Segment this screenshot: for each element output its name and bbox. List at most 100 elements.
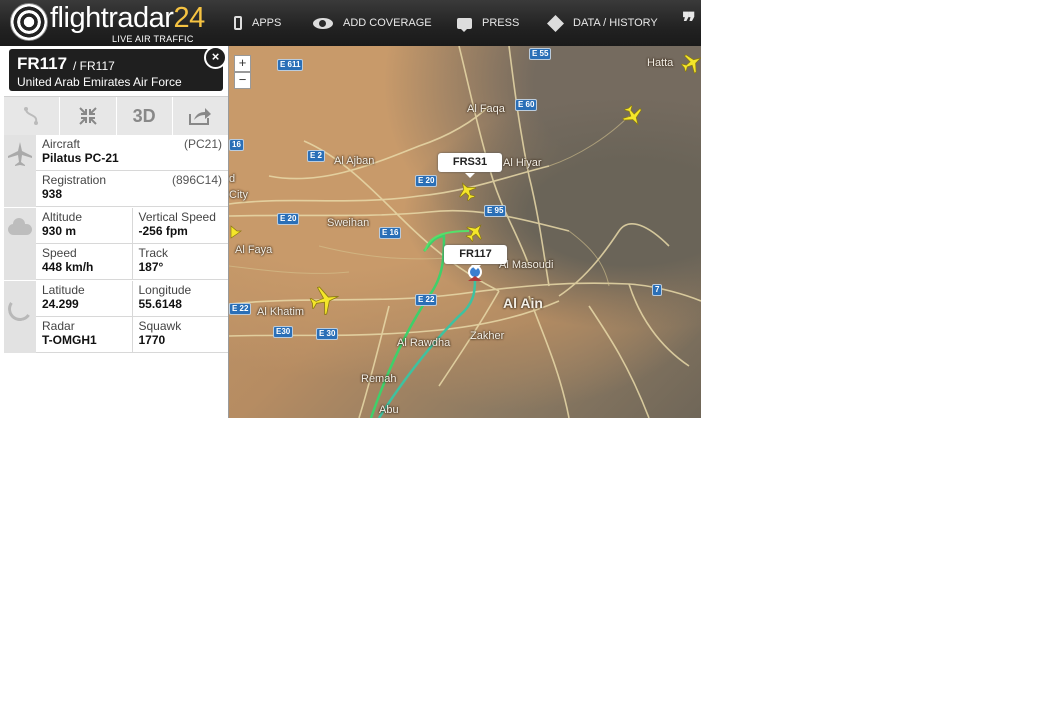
radar-value: T-OMGH1 [42,333,97,347]
speed-value: 448 km/h [42,260,94,274]
flight-callsign: FR117 [17,54,68,73]
position-section: Latitude 24.299 Longitude 55.6148 Radar … [4,281,228,354]
aircraft-cell: Aircraft Pilatus PC-21 (PC21) [36,135,228,170]
zoom-out-button[interactable]: − [234,72,251,89]
latitude-value: 24.299 [42,297,79,311]
logo-wordmark: flightradar24 [50,2,205,34]
place-label: Al Ain [503,295,543,311]
road-shield: E 611 [277,59,304,71]
place-label: Al Hiyar [503,157,542,169]
aircraft-section-side [4,135,36,207]
app-window: flightradar24 LIVE AIR TRAFFIC APPS ADD … [0,0,701,418]
aircraft-marker-icon[interactable] [622,105,644,127]
squawk-value: 1770 [138,333,166,347]
place-label: Al Ajban [334,155,375,167]
vertical-speed-cell: Vertical Speed -256 fpm [131,208,229,243]
vertical-speed-value: -256 fpm [138,224,188,238]
altitude-value: 930 m [42,224,77,238]
road-shield: E 60 [515,99,538,111]
map-view[interactable]: + − E 55 E 611 E 60 16 E 2 E 20 E 95 E 2… [229,46,701,418]
aircraft-marker-icon[interactable] [309,284,341,316]
place-label: Al Rawdha [397,337,451,349]
registration-value: 938 [42,187,63,201]
top-navigation-bar: flightradar24 LIVE AIR TRAFFIC APPS ADD … [0,0,701,48]
close-panel-button[interactable]: × [204,46,227,69]
aircraft-code: (PC21) [183,137,222,151]
aircraft-section: Aircraft Pilatus PC-21 (PC21) Registrati… [4,135,228,208]
place-label: Remah [361,373,397,385]
place-label: Al Faya [235,244,273,256]
place-label: City [229,189,248,201]
road-shield: 7 [652,284,663,296]
flight-data-section-side [4,208,36,280]
aircraft-marker-icon[interactable] [457,181,477,201]
box-icon [547,14,564,32]
road-shield: E 95 [484,205,507,217]
route-icon [23,107,38,125]
place-label: Al Khatim [257,306,305,318]
radar-label: Radar [42,319,75,333]
aircraft-marker-icon[interactable] [229,222,243,242]
share-button[interactable] [173,97,228,135]
quote-icon[interactable]: ❞ [682,8,696,38]
longitude-value: 55.6148 [138,297,182,311]
longitude-label: Longitude [138,283,192,297]
track-label: Track [138,246,169,260]
cloud-icon [8,218,32,235]
nav-apps[interactable]: APPS [234,0,281,46]
flight-details: Aircraft Pilatus PC-21 (PC21) Registrati… [4,135,228,354]
collapse-icon [79,107,97,125]
nav-apps-label: APPS [252,17,282,29]
chat-icon [457,17,472,32]
longitude-cell: Longitude 55.6148 [131,281,229,316]
road-shield: 16 [229,139,244,151]
place-label: Al Masoudi [499,259,554,271]
phone-icon [234,16,242,30]
speed-label: Speed [42,246,77,260]
flight-toolbar: 3D [4,96,228,136]
3d-view-button[interactable]: 3D [117,97,173,135]
collapse-button[interactable] [60,97,117,135]
nav-press[interactable]: PRESS [457,0,519,46]
nav-data-history-label: DATA / HISTORY [573,17,658,29]
nav-press-label: PRESS [482,17,520,29]
place-label: d [229,173,236,185]
altitude-label: Altitude [42,210,83,224]
place-label: Zakher [470,330,505,342]
road-shield: E 30 [316,328,339,340]
place-label: Abu [379,404,399,416]
road-shield: E 22 [229,303,252,315]
vertical-speed-label: Vertical Speed [138,210,216,224]
road-shield: E 22 [415,294,438,306]
flight-data-section: Altitude 930 m Vertical Speed -256 fpm S… [4,208,228,281]
radar-logo-icon [10,3,48,41]
road-shield: E30 [273,326,294,338]
squawk-label: Squawk [138,319,182,333]
road-shield: E 55 [529,48,552,60]
speed-cell: Speed 448 km/h [36,244,132,279]
radar-cell: Radar T-OMGH1 [36,317,132,352]
nav-add-coverage[interactable]: ADD COVERAGE [313,0,432,46]
nav-add-coverage-label: ADD COVERAGE [343,17,432,29]
eye-icon [313,17,333,29]
aircraft-marker-icon[interactable] [681,52,701,74]
squawk-cell: Squawk 1770 [131,317,229,352]
show-route-button[interactable] [4,97,61,135]
road-shield: E 16 [379,227,402,239]
track-cell: Track 187° [131,244,229,279]
callout-fr117[interactable]: FR117 [444,245,507,270]
zoom-in-button[interactable]: + [234,55,251,72]
flight-number: / FR117 [73,59,115,73]
road-shield: E 20 [415,175,438,187]
road-shield: E 2 [307,150,326,162]
road-shield: E 20 [277,213,300,225]
callout-frs31[interactable]: FRS31 [438,153,502,178]
latitude-cell: Latitude 24.299 [36,281,132,316]
place-label: Al Faqa [467,103,505,115]
place-label: Hatta [647,57,674,69]
nav-data-history[interactable]: DATA / HISTORY [547,0,658,46]
place-label: Sweihan [327,217,370,229]
flightradar24-logo[interactable]: flightradar24 LIVE AIR TRAFFIC [10,2,205,44]
aircraft-marker-icon[interactable] [465,222,485,242]
track-value: 187° [138,260,164,274]
